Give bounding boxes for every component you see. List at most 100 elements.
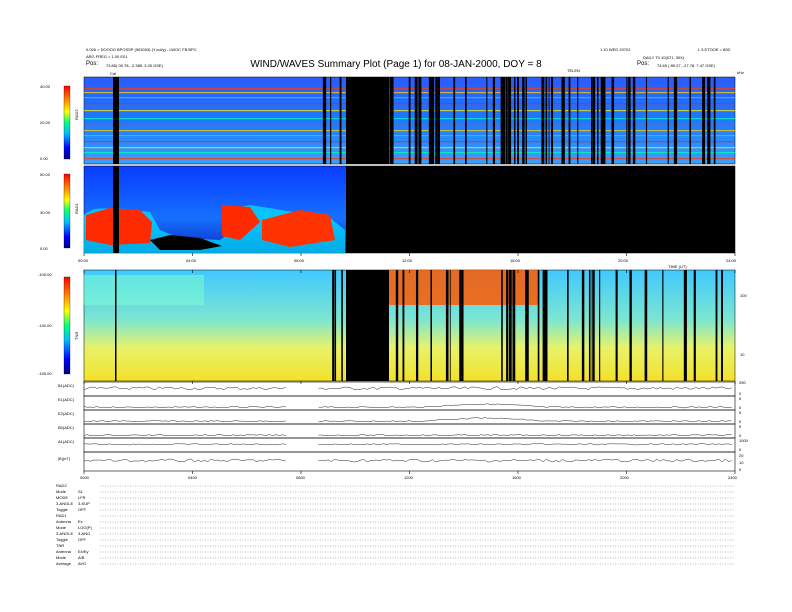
footer-rad1-k0: Antenna xyxy=(56,519,71,524)
tnr-gap-line xyxy=(592,270,595,381)
footer-tnr-v2: AVG xyxy=(78,561,87,566)
tnr-gap-line xyxy=(430,270,432,381)
b0-rtick-0: 5 xyxy=(739,424,742,429)
rad2-colorbar xyxy=(63,85,71,160)
rad2-gap-line xyxy=(545,77,548,164)
rad2-gap-line xyxy=(486,77,488,164)
e1-label: E1(ADC) xyxy=(58,397,75,402)
tnr-ytick-0: -105.00 xyxy=(38,272,52,277)
tnr-gap-line xyxy=(525,270,528,381)
tnr-gap-line xyxy=(567,270,569,381)
bmag-label: |B|(nT) xyxy=(58,456,71,461)
tnr-gap-line xyxy=(351,270,355,381)
tnr-gap-line xyxy=(599,270,601,381)
rad2-gap-line xyxy=(492,77,496,164)
footer-tnr-k2: Average xyxy=(56,561,71,566)
tnr-cal-line xyxy=(115,270,117,381)
line-panel-trace xyxy=(84,417,732,423)
upper-time-tick-3: 12:00 xyxy=(402,258,413,263)
tnr-gap-line xyxy=(449,270,451,381)
rad2-gap-line xyxy=(414,77,417,164)
rad2-gap-line xyxy=(435,77,438,164)
footer-rad2-k2: 3-ANGLE xyxy=(56,501,74,506)
upper-time-tick-5: 20:00 xyxy=(618,258,629,263)
a1-label: A1(ADC) xyxy=(58,439,75,444)
footer-rad1-k3: Toggle xyxy=(56,537,68,542)
e2-label: E2(ADC) xyxy=(58,411,75,416)
footer-rad2-k1: MODE xyxy=(56,495,68,500)
tnr-gap-line xyxy=(683,270,687,381)
rad2-gap-line xyxy=(689,77,691,164)
rad2-panel xyxy=(83,76,736,165)
rad2-gap-line xyxy=(596,77,599,164)
tnr-gap-line xyxy=(395,270,398,381)
footer-rad2-k3: Toggle xyxy=(56,507,68,512)
footer-rad2-v0: SL xyxy=(78,489,83,494)
tnr-gap-line xyxy=(591,270,593,381)
tnr-gap-line xyxy=(644,270,648,381)
rad2-gap-line xyxy=(523,77,525,164)
rad2-gap-line xyxy=(503,77,506,164)
rad2-gap-line xyxy=(541,77,545,164)
rad2-gap-line xyxy=(645,77,648,164)
rad2-gap-line xyxy=(577,77,579,164)
e2-rtick-0: 5 xyxy=(739,410,742,415)
tnr-ytick-2: -155.00 xyxy=(38,371,52,376)
rad2-gap-line xyxy=(667,77,669,164)
rad2-ytick-1: 20.00 xyxy=(40,120,51,125)
upper-time-tick-1: 04:00 xyxy=(186,258,197,263)
footer-tnr-title: TNR xyxy=(56,543,65,548)
rad2-gap-line xyxy=(346,77,349,164)
footer-rad2-v3: OFF xyxy=(78,507,86,512)
footer-rad1-title: RAD1 xyxy=(56,513,67,518)
rad2-gap-line xyxy=(389,77,391,164)
tnr-gap-line xyxy=(537,270,540,381)
rad2-gap-line xyxy=(514,77,516,164)
tnr-rtick-0: 100 xyxy=(740,293,747,298)
upper-time-tick-4: 16:00 xyxy=(510,258,521,263)
rad1-ytick-1: 30.00 xyxy=(40,210,51,215)
rad2-gap-line xyxy=(408,77,411,164)
rad2-cal-line xyxy=(113,77,119,164)
rad2-gap-line xyxy=(548,77,550,164)
rad2-gap-line xyxy=(562,77,565,164)
lower-time-tick-6: 2400 xyxy=(728,475,737,480)
footer-rad2-v2: 3-SUP xyxy=(78,501,90,506)
rad2-ylabel: RAD2 xyxy=(74,109,79,120)
e1-rtick-0: 5 xyxy=(739,396,742,401)
rad1-panel xyxy=(83,165,736,254)
bmag-rtick-2: 0 xyxy=(739,467,742,472)
rad2-gap-line xyxy=(632,77,636,164)
tnr-gap-line xyxy=(715,270,718,381)
tnr-gap-line xyxy=(615,270,618,381)
tnr-gap-line xyxy=(581,270,585,381)
rad2-gap-line xyxy=(551,77,554,164)
tnr-rtick-1: 10 xyxy=(740,352,745,357)
footer-rad1-v1: LOG(P) xyxy=(78,525,92,530)
rad2-gap-line xyxy=(525,77,527,164)
rad2-gap-line xyxy=(626,77,628,164)
line-panel-frame xyxy=(83,395,736,411)
lower-time-tick-3: 1200 xyxy=(404,475,413,480)
footer-rad2-v1: LFR xyxy=(78,495,86,500)
tnr-gap-line xyxy=(402,270,405,381)
tnr-gap-line xyxy=(415,270,419,381)
rad2-gap-line xyxy=(508,77,512,164)
line-panel-trace xyxy=(83,443,732,446)
line-panel-trace xyxy=(83,434,732,437)
lower-time-tick-4: 1600 xyxy=(512,475,521,480)
bmag-rtick-0: 20 xyxy=(739,453,744,458)
rad2-gap-line xyxy=(437,77,441,164)
upper-time-tick-2: 08:00 xyxy=(294,258,305,263)
rad2-gap-line xyxy=(429,77,434,164)
tnr-colorbar xyxy=(63,276,71,375)
rad2-gap-line xyxy=(376,77,378,164)
rad2-gap-line xyxy=(500,77,504,164)
rad2-gap-line xyxy=(673,77,678,164)
rad2-gap-line xyxy=(418,77,422,164)
upper-time-tick-6: 24:00 xyxy=(726,258,737,263)
footer-dotted-lines xyxy=(100,485,735,565)
tnr-gap-line xyxy=(721,270,723,381)
rad2-gap-line xyxy=(390,77,394,164)
a1-rtick-1: 0 xyxy=(739,447,742,452)
